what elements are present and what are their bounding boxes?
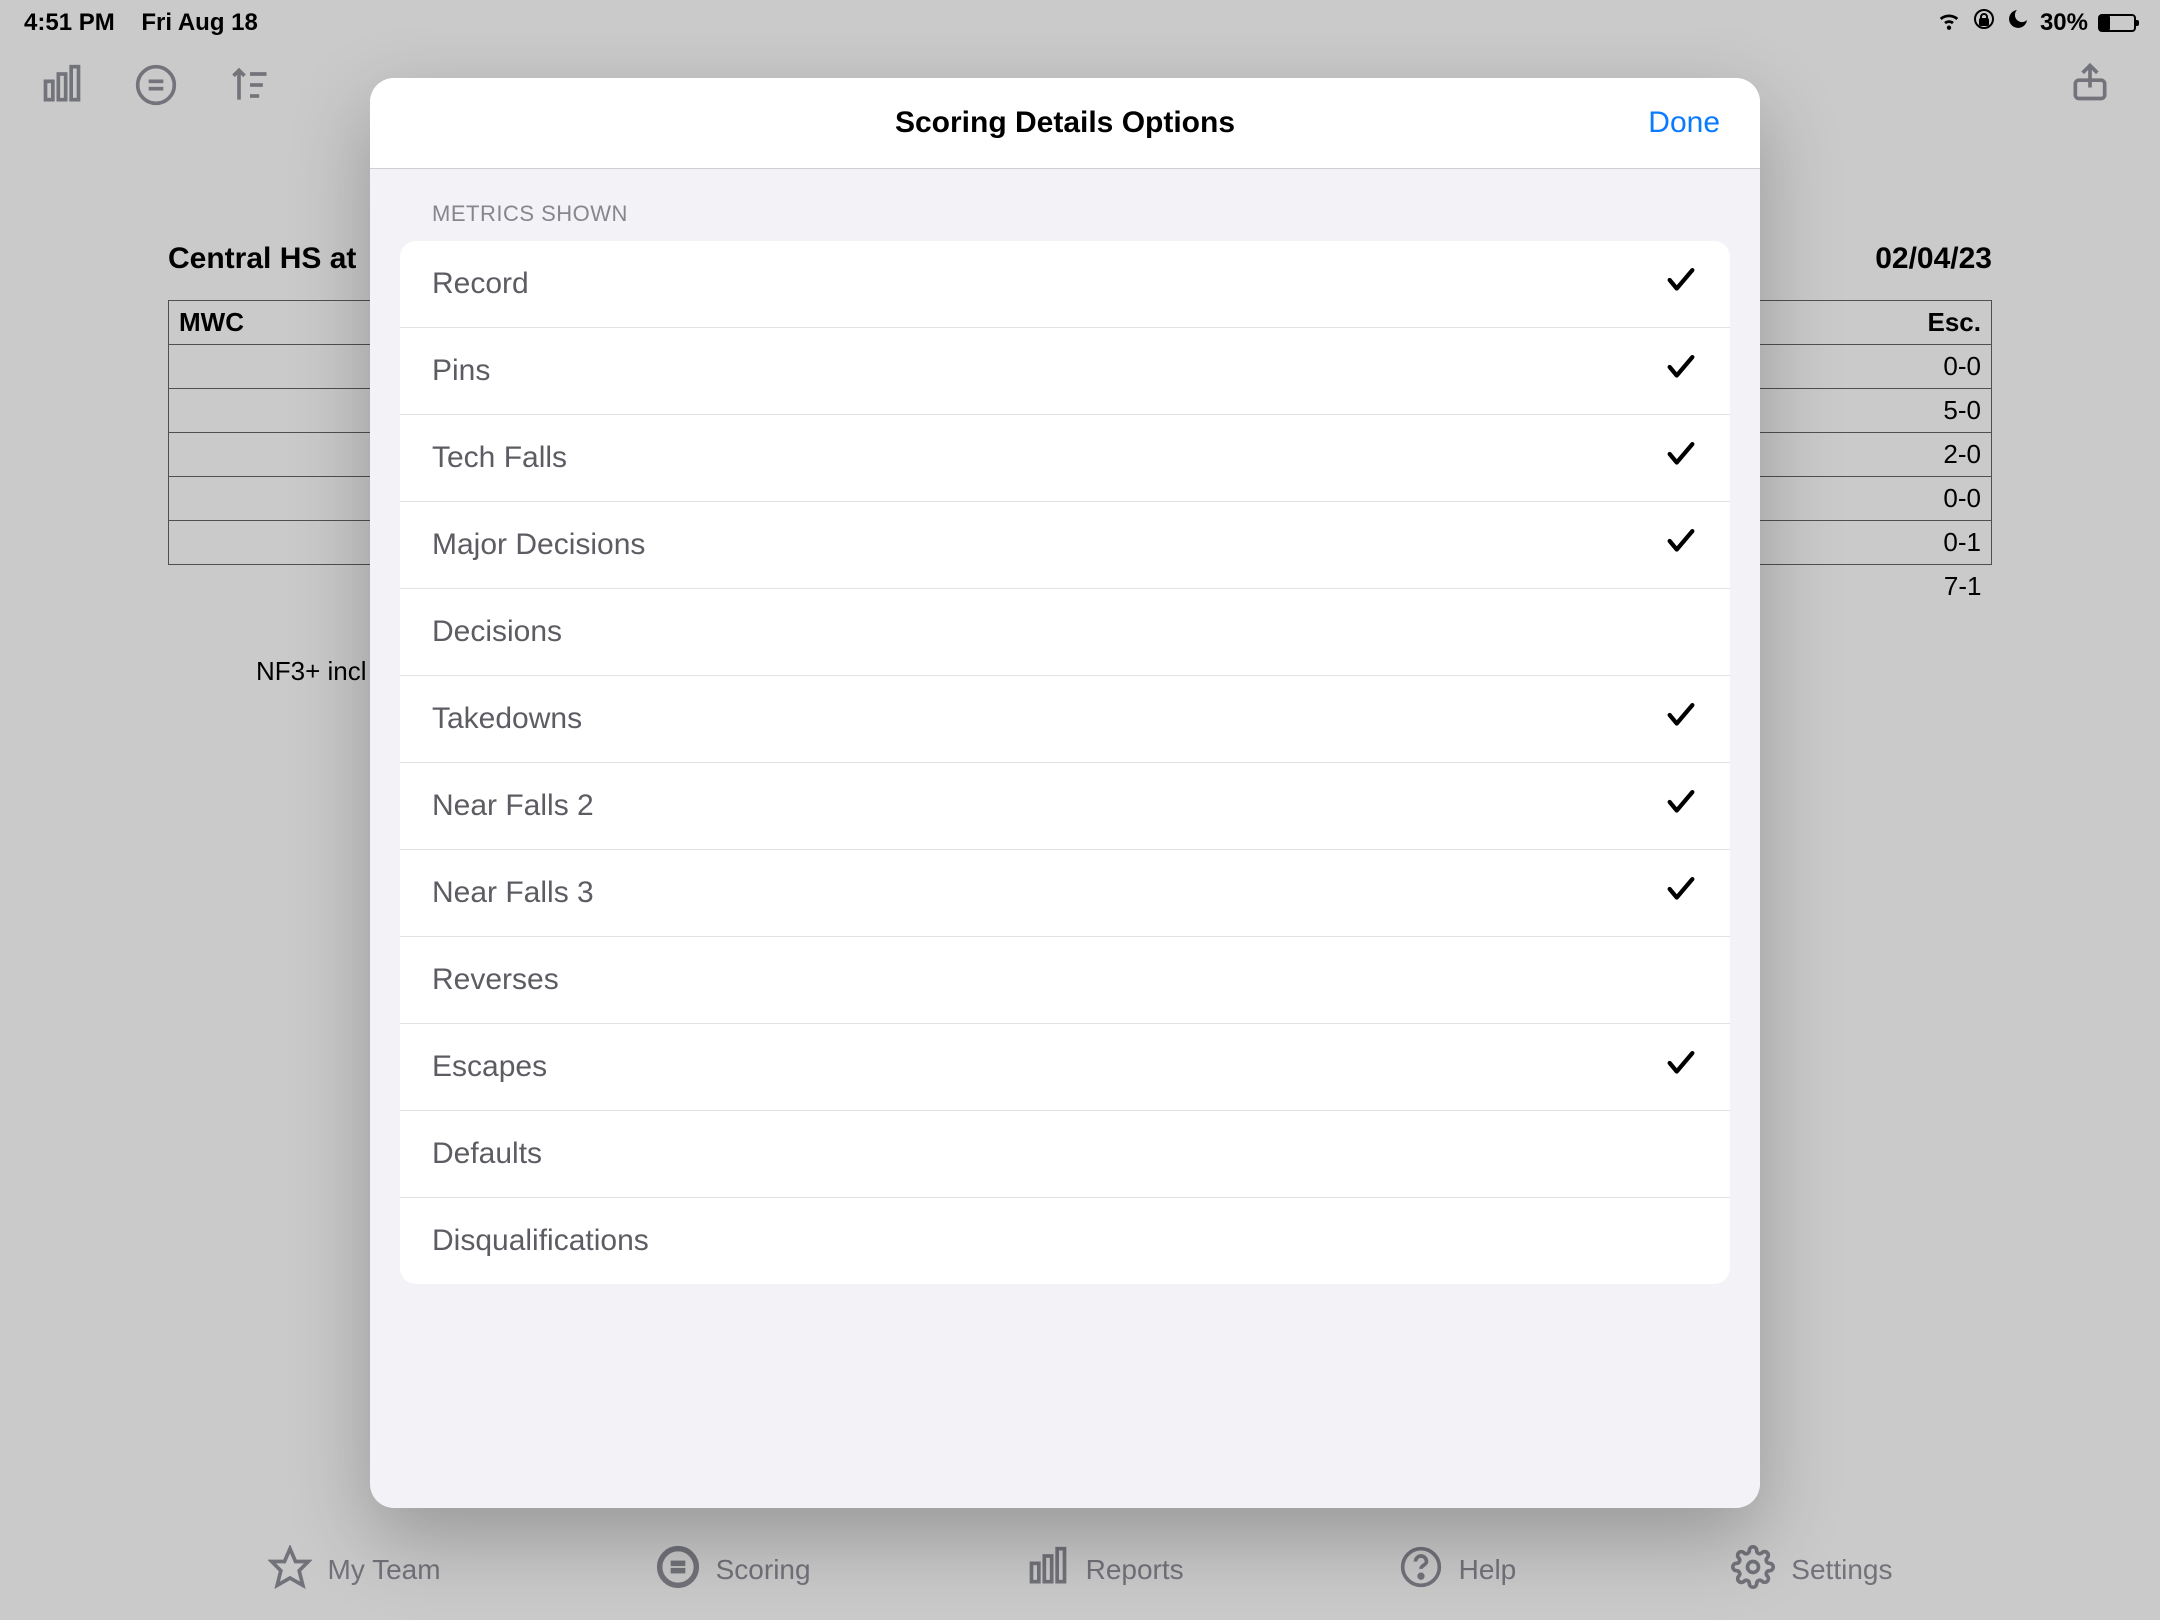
metric-label: Tech Falls bbox=[432, 441, 567, 475]
checkmark-icon bbox=[1664, 1046, 1698, 1088]
metric-option[interactable]: Record bbox=[400, 241, 1730, 328]
metric-option[interactable]: Near Falls 3 bbox=[400, 850, 1730, 937]
metric-label: Near Falls 3 bbox=[432, 876, 594, 910]
checkmark-icon bbox=[1664, 872, 1698, 914]
metric-option[interactable]: Near Falls 2 bbox=[400, 763, 1730, 850]
metric-label: Takedowns bbox=[432, 702, 582, 736]
metric-label: Reverses bbox=[432, 963, 559, 997]
metric-option[interactable]: Reverses bbox=[400, 937, 1730, 1024]
metric-label: Near Falls 2 bbox=[432, 789, 594, 823]
metric-label: Disqualifications bbox=[432, 1224, 649, 1258]
modal-header: Scoring Details Options Done bbox=[370, 78, 1760, 169]
metrics-option-list: Record Pins Tech Falls Major Decisions Decis… bbox=[400, 241, 1730, 1284]
checkmark-icon bbox=[1664, 350, 1698, 392]
checkmark-icon bbox=[1664, 698, 1698, 740]
metric-option[interactable]: Tech Falls bbox=[400, 415, 1730, 502]
metric-label: Record bbox=[432, 267, 529, 301]
metric-option[interactable]: Decisions bbox=[400, 589, 1730, 676]
metric-label: Escapes bbox=[432, 1050, 547, 1084]
checkmark-icon bbox=[1664, 524, 1698, 566]
metric-option[interactable]: Defaults bbox=[400, 1111, 1730, 1198]
metric-option[interactable]: Major Decisions bbox=[400, 502, 1730, 589]
metric-option[interactable]: Pins bbox=[400, 328, 1730, 415]
checkmark-icon bbox=[1664, 263, 1698, 305]
modal-title: Scoring Details Options bbox=[370, 106, 1760, 140]
metric-option[interactable]: Escapes bbox=[400, 1024, 1730, 1111]
metric-label: Decisions bbox=[432, 615, 562, 649]
done-button[interactable]: Done bbox=[1648, 106, 1720, 140]
checkmark-icon bbox=[1664, 437, 1698, 479]
metrics-shown-header: METRICS SHOWN bbox=[370, 169, 1760, 241]
metric-label: Defaults bbox=[432, 1137, 542, 1171]
checkmark-icon bbox=[1664, 785, 1698, 827]
metric-option[interactable]: Takedowns bbox=[400, 676, 1730, 763]
metric-option[interactable]: Disqualifications bbox=[400, 1198, 1730, 1284]
scoring-options-modal: Scoring Details Options Done METRICS SHO… bbox=[370, 78, 1760, 1508]
metric-label: Major Decisions bbox=[432, 528, 645, 562]
metric-label: Pins bbox=[432, 354, 490, 388]
